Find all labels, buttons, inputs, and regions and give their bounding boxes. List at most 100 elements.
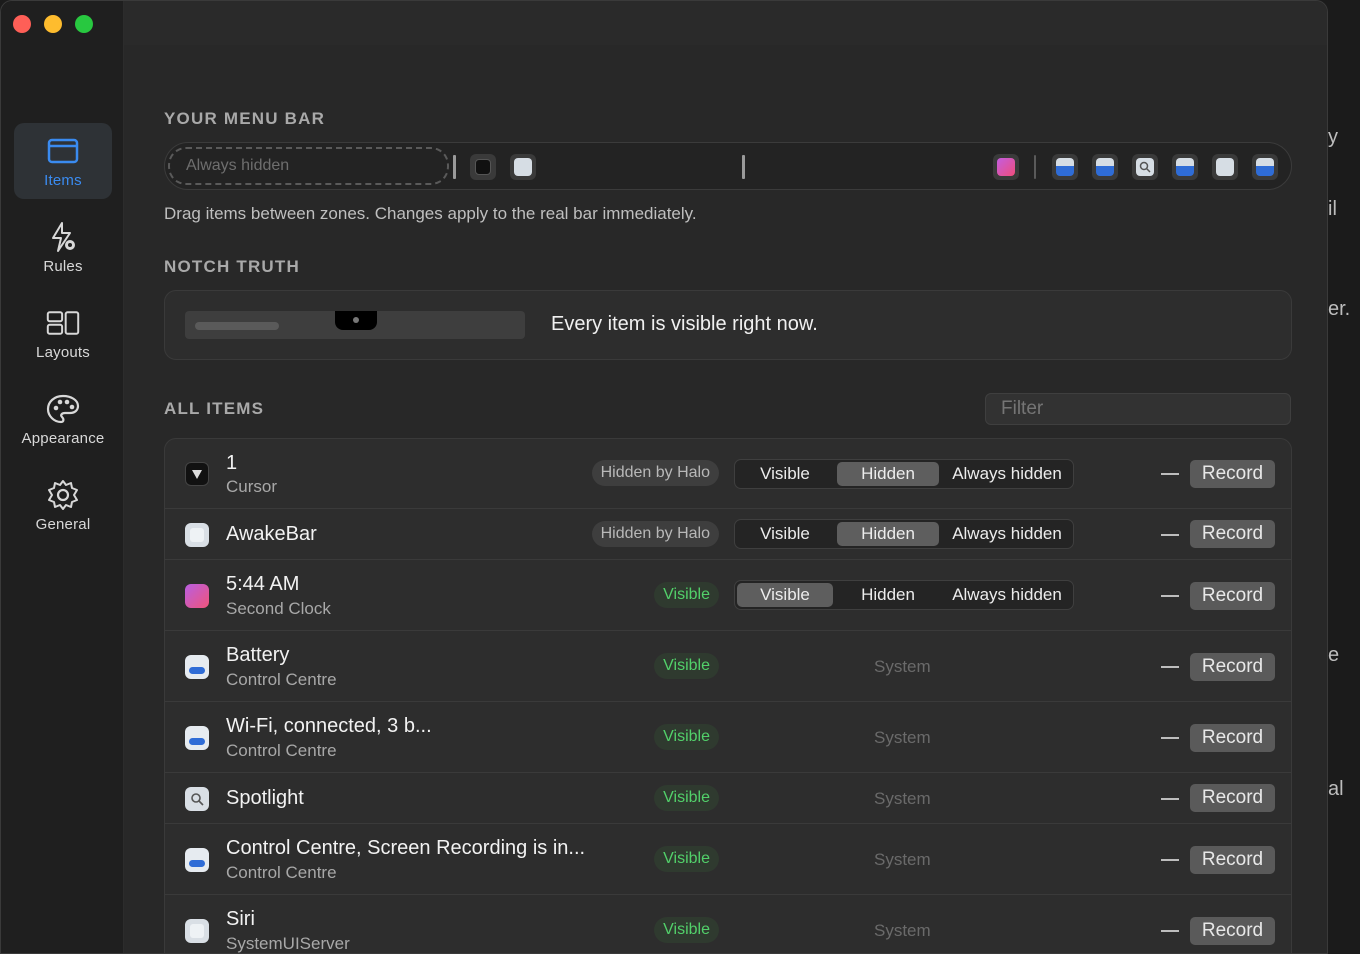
background-text: e [1328,644,1340,666]
list-item: Siri SystemUIServer Visible System Recor… [165,895,1291,953]
no-shortcut-indicator [1161,737,1179,739]
no-shortcut-indicator [1161,798,1179,800]
window-icon [46,134,80,168]
status-badge: Visible [654,724,719,750]
list-item: Battery Control Centre Visible System Re… [165,631,1291,702]
list-item: 1 Cursor Hidden by Halo Visible Hidden A… [165,439,1291,509]
status-badge: Hidden by Halo [591,460,719,486]
list-item: Wi-Fi, connected, 3 b... Control Centre … [165,702,1291,773]
notch-status-message: Every item is visible right now. [551,313,818,335]
record-button[interactable]: Record [1190,520,1275,548]
segment-visible[interactable]: Visible [737,462,833,486]
item-title: AwakeBar [226,523,317,545]
background-text: er. [1328,298,1351,320]
record-button[interactable]: Record [1190,917,1275,945]
sidebar-item-label: Appearance [21,429,105,447]
visibility-segmented-control: Visible Hidden Always hidden [734,580,1074,610]
item-title: Battery [226,644,290,666]
segment-visible[interactable]: Visible [737,583,833,607]
visibility-segmented-control: Visible Hidden Always hidden [734,519,1074,549]
menu-bar-preview: Always hidden [164,142,1292,190]
control-centre-icon[interactable] [1172,154,1198,180]
sidebar-item-rules[interactable]: Rules [14,209,112,285]
siri-icon [185,919,209,943]
no-shortcut-indicator [1161,473,1179,475]
control-centre-icon [185,655,209,679]
sidebar: Items Rules Layouts Appearance General [1,1,124,953]
awakebar-icon[interactable] [510,154,536,180]
record-button[interactable]: Record [1190,460,1275,488]
status-badge: Visible [654,785,719,811]
status-badge: Visible [654,582,719,608]
spotlight-icon[interactable] [1132,154,1158,180]
item-title: Siri [226,908,255,930]
record-button[interactable]: Record [1190,784,1275,812]
item-title: 5:44 AM [226,573,300,595]
item-subtitle: Second Clock [226,599,331,618]
list-item: 5:44 AM Second Clock Visible Visible Hid… [165,560,1291,631]
background-text: y [1328,126,1338,148]
system-label: System [874,657,931,676]
filter-input[interactable] [985,393,1291,425]
notch-section-label: NOTCH TRUTH [164,257,300,276]
second-clock-icon[interactable] [993,154,1019,180]
sidebar-item-items[interactable]: Items [14,123,112,199]
segment-always-hidden[interactable]: Always hidden [941,583,1073,607]
control-centre-icon[interactable] [1252,154,1278,180]
status-badge: Visible [654,846,719,872]
system-label: System [874,789,931,808]
background-text: al [1328,778,1344,800]
spotlight-icon [185,787,209,811]
layout-icon [46,306,80,340]
sidebar-item-label: Items [44,171,82,189]
record-button[interactable]: Record [1190,653,1275,681]
record-button[interactable]: Record [1190,724,1275,752]
system-label: System [874,850,931,869]
system-label: System [874,921,931,940]
bolt-gear-icon [46,220,80,254]
list-item: Spotlight Visible System Record [165,773,1291,824]
record-button[interactable]: Record [1190,582,1275,610]
control-centre-icon[interactable] [1092,154,1118,180]
segment-always-hidden[interactable]: Always hidden [941,522,1073,546]
always-hidden-divider[interactable] [453,155,456,179]
title-bar[interactable] [124,1,1327,45]
gear-icon [46,478,80,512]
item-subtitle: Control Centre [226,670,337,689]
segment-hidden[interactable]: Hidden [837,583,939,607]
cursor-app-icon[interactable] [470,154,496,180]
status-badge: Visible [654,917,719,943]
no-shortcut-indicator [1161,534,1179,536]
status-badge: Visible [654,653,719,679]
system-label: System [874,728,931,747]
visible-divider [1034,155,1036,179]
notch-bar-preview [185,311,525,339]
sidebar-item-general[interactable]: General [14,467,112,543]
item-title: Wi-Fi, connected, 3 b... [226,715,432,737]
camera-dot [353,317,359,323]
siri-icon[interactable] [1212,154,1238,180]
segment-visible[interactable]: Visible [737,522,833,546]
no-shortcut-indicator [1161,930,1179,932]
sidebar-item-layouts[interactable]: Layouts [14,295,112,371]
sidebar-item-appearance[interactable]: Appearance [14,381,112,457]
always-hidden-zone[interactable]: Always hidden [168,147,449,185]
status-badge: Hidden by Halo [591,521,719,547]
close-button[interactable] [13,15,31,33]
all-items-section-label: ALL ITEMS [164,399,265,418]
segment-always-hidden[interactable]: Always hidden [941,462,1073,486]
item-title: Control Centre, Screen Recording is in..… [226,837,586,859]
zoom-button[interactable] [75,15,93,33]
segment-hidden[interactable]: Hidden [837,522,939,546]
minimize-button[interactable] [44,15,62,33]
segment-hidden[interactable]: Hidden [837,462,939,486]
item-title: Spotlight [226,787,304,809]
background-text: il [1328,198,1337,220]
items-list: 1 Cursor Hidden by Halo Visible Hidden A… [164,438,1292,953]
control-centre-icon[interactable] [1052,154,1078,180]
cursor-app-icon [185,462,209,486]
menu-bar-hint: Drag items between zones. Changes apply … [164,204,697,223]
hidden-divider[interactable] [742,155,745,179]
notch-shape [335,311,377,330]
record-button[interactable]: Record [1190,846,1275,874]
